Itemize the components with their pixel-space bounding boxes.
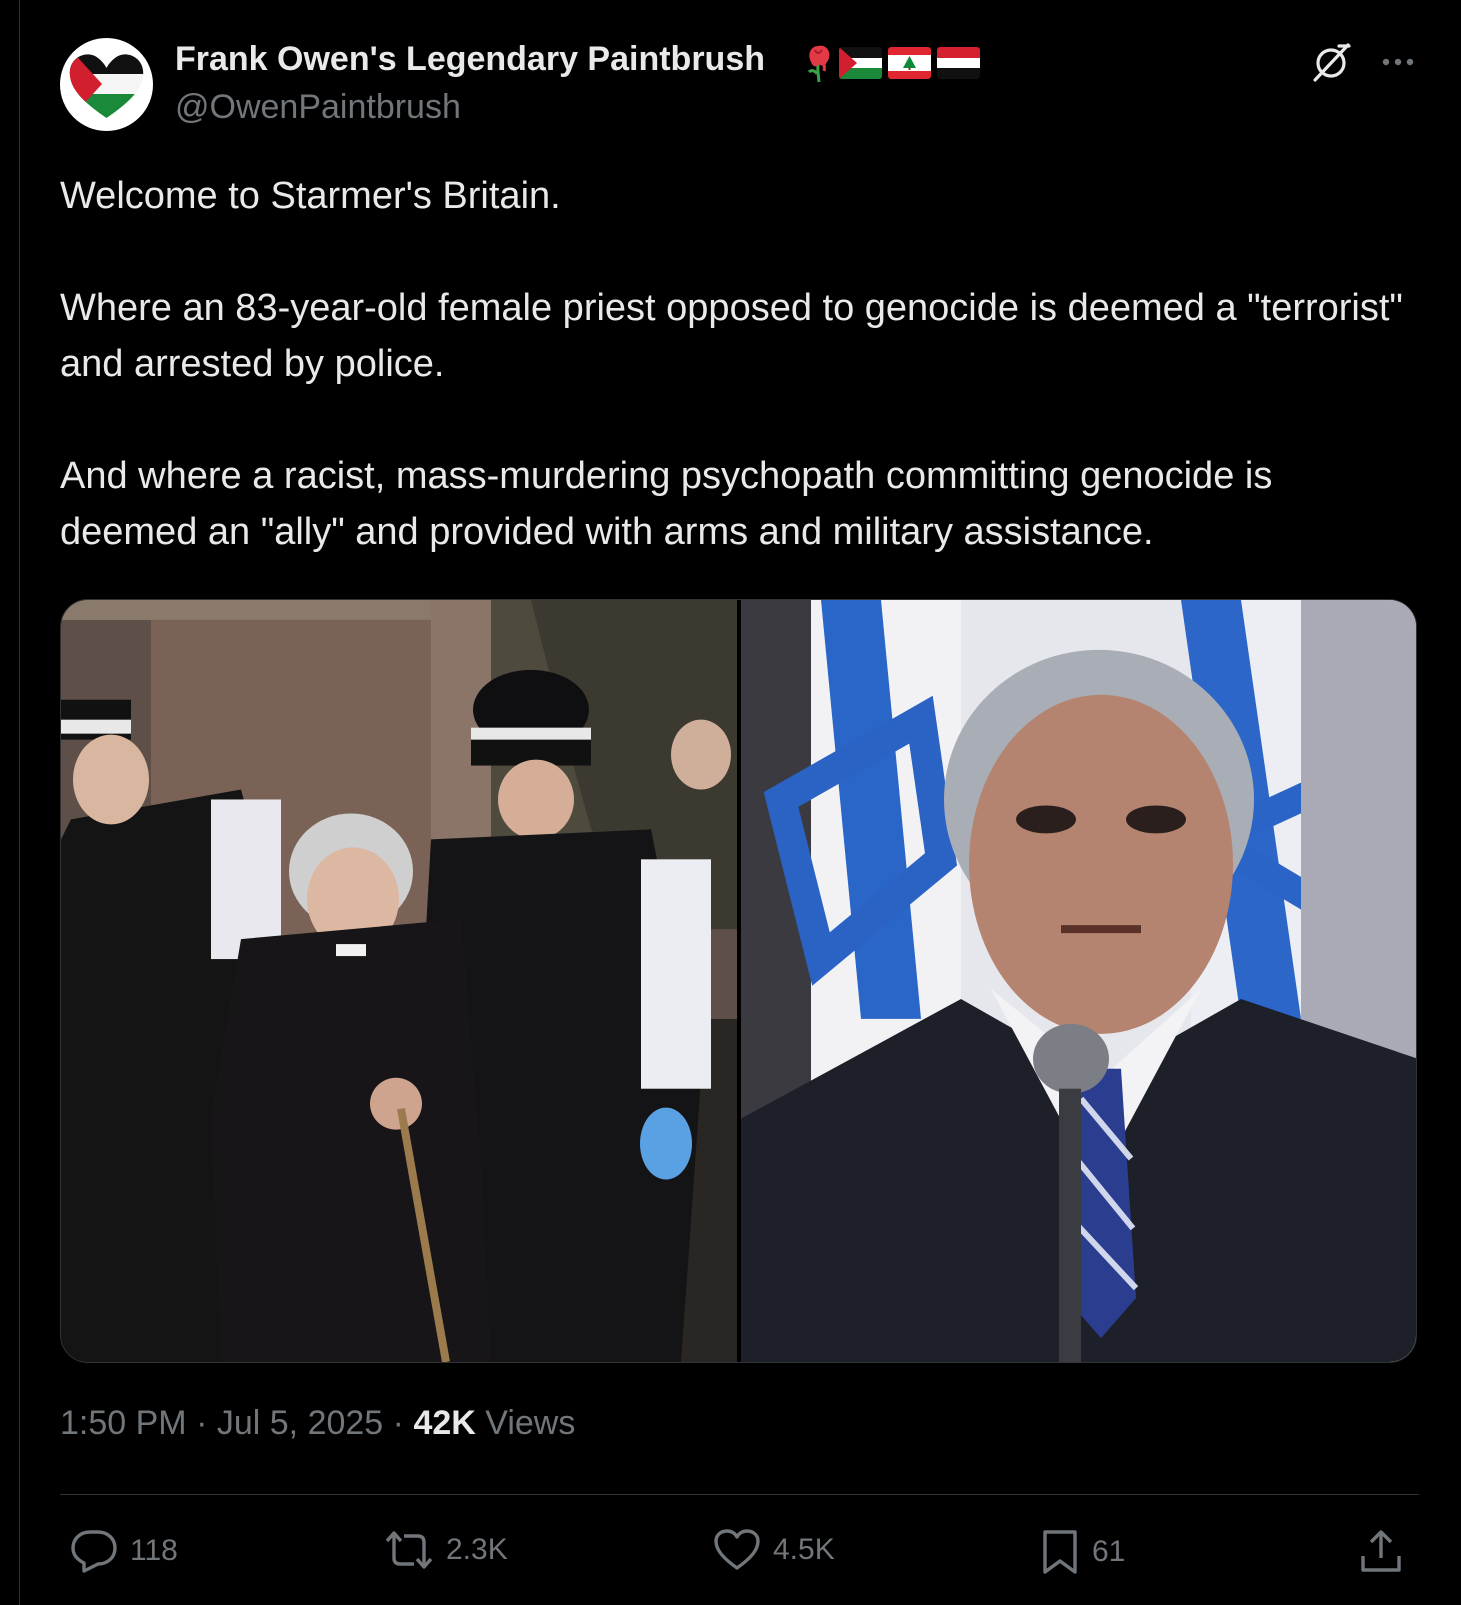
avatar[interactable] <box>60 38 153 131</box>
media-grid <box>60 599 1417 1363</box>
grok-icon[interactable] <box>1309 40 1353 84</box>
lebanon-flag-icon <box>888 47 931 79</box>
user-handle[interactable]: @OwenPaintbrush <box>175 88 461 127</box>
tweet-time[interactable]: 1:50 PM <box>60 1404 187 1442</box>
action-divider <box>60 1494 1419 1495</box>
profile-badges <box>805 42 980 84</box>
tweet-paragraph: Welcome to Starmer's Britain. <box>60 175 561 217</box>
meta-separator: · <box>392 1404 404 1442</box>
tweet-meta: 1:50 PM · Jul 5, 2025 · 42K Views <box>60 1404 575 1443</box>
views-label: Views <box>485 1404 576 1442</box>
bookmark-icon <box>1043 1530 1077 1574</box>
bookmark-count: 61 <box>1092 1535 1126 1568</box>
like-count: 4.5K <box>773 1533 835 1566</box>
tweet-paragraph: And where a racist, mass-murdering psych… <box>60 455 1273 553</box>
reply-count: 118 <box>130 1534 178 1567</box>
reply-button[interactable]: 118 <box>70 1528 178 1574</box>
share-button[interactable] <box>1358 1528 1404 1574</box>
photo-netanyahu[interactable] <box>741 600 1417 1362</box>
repost-count: 2.3K <box>446 1533 508 1566</box>
photo-priest-arrest[interactable] <box>61 600 737 1362</box>
bookmark-button[interactable]: 61 <box>1040 1528 1125 1576</box>
tweet-text: Welcome to Starmer's Britain. Where an 8… <box>60 168 1420 560</box>
tweet-date[interactable]: Jul 5, 2025 <box>217 1404 383 1442</box>
like-button[interactable]: 4.5K <box>713 1528 835 1572</box>
melting-rose-icon <box>807 45 830 83</box>
display-name[interactable]: Frank Owen's Legendary Paintbrush <box>175 40 765 79</box>
reply-icon <box>71 1530 117 1573</box>
repost-button[interactable]: 2.3K <box>384 1528 508 1572</box>
more-icon[interactable] <box>1378 44 1418 80</box>
palestine-flag-icon <box>839 47 882 79</box>
palestine-flag-heart-icon <box>69 54 144 118</box>
tweet-paragraph: Where an 83-year-old female priest oppos… <box>60 287 1403 385</box>
repost-icon <box>385 1531 433 1569</box>
views-count: 42K <box>413 1404 476 1442</box>
meta-separator: · <box>196 1404 208 1442</box>
like-icon <box>714 1529 760 1570</box>
yemen-flag-icon <box>937 47 980 79</box>
share-icon <box>1361 1530 1401 1572</box>
